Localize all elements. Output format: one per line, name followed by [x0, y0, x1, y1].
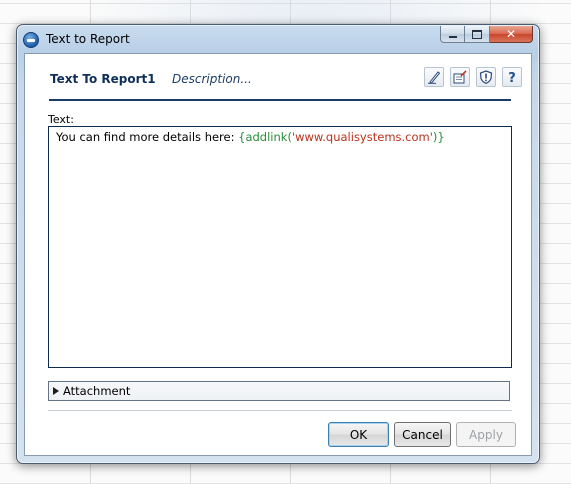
- step-name[interactable]: Text To Report1: [50, 72, 156, 86]
- shield-icon[interactable]: [476, 67, 496, 87]
- edit-pencil-icon[interactable]: [424, 67, 444, 87]
- title-bar[interactable]: Text to Report ✕: [17, 25, 539, 53]
- caption-buttons: ✕: [440, 26, 533, 44]
- attachment-label: Attachment: [63, 384, 131, 398]
- minimize-button[interactable]: [440, 26, 465, 43]
- close-icon: ✕: [505, 27, 517, 41]
- properties-icon[interactable]: [450, 67, 470, 87]
- dialog-content: Text To Report1 Description... ? Text: Y…: [24, 53, 532, 456]
- step-description-link[interactable]: Description...: [172, 72, 252, 86]
- attachment-expander[interactable]: Attachment: [48, 381, 510, 401]
- apply-button[interactable]: Apply: [456, 422, 516, 447]
- close-button[interactable]: ✕: [490, 26, 533, 43]
- footer-divider: [48, 410, 512, 411]
- text-function-open: {addlink(: [238, 130, 292, 144]
- text-function-close: )}: [432, 130, 445, 144]
- text-label: Text:: [48, 113, 74, 126]
- app-icon: [23, 32, 39, 48]
- dialog-window: Text to Report ✕ Text To Report1 Descrip…: [16, 24, 540, 464]
- svg-text:?: ?: [508, 71, 516, 84]
- minimize-icon: [448, 36, 457, 38]
- window-title: Text to Report: [46, 32, 130, 46]
- header-divider: [49, 99, 511, 101]
- text-plain: You can find more details here:: [56, 130, 239, 144]
- ok-button[interactable]: OK: [328, 422, 389, 447]
- maximize-icon: [472, 29, 482, 39]
- text-string-literal: 'www.qualisystems.com': [291, 130, 433, 144]
- help-icon[interactable]: ?: [502, 67, 522, 87]
- text-editor[interactable]: You can find more details here: {addlink…: [48, 126, 512, 368]
- expand-arrow-icon: [53, 387, 59, 395]
- cancel-button[interactable]: Cancel: [394, 422, 451, 447]
- maximize-button[interactable]: [465, 26, 490, 43]
- header-toolbar: ?: [424, 67, 522, 87]
